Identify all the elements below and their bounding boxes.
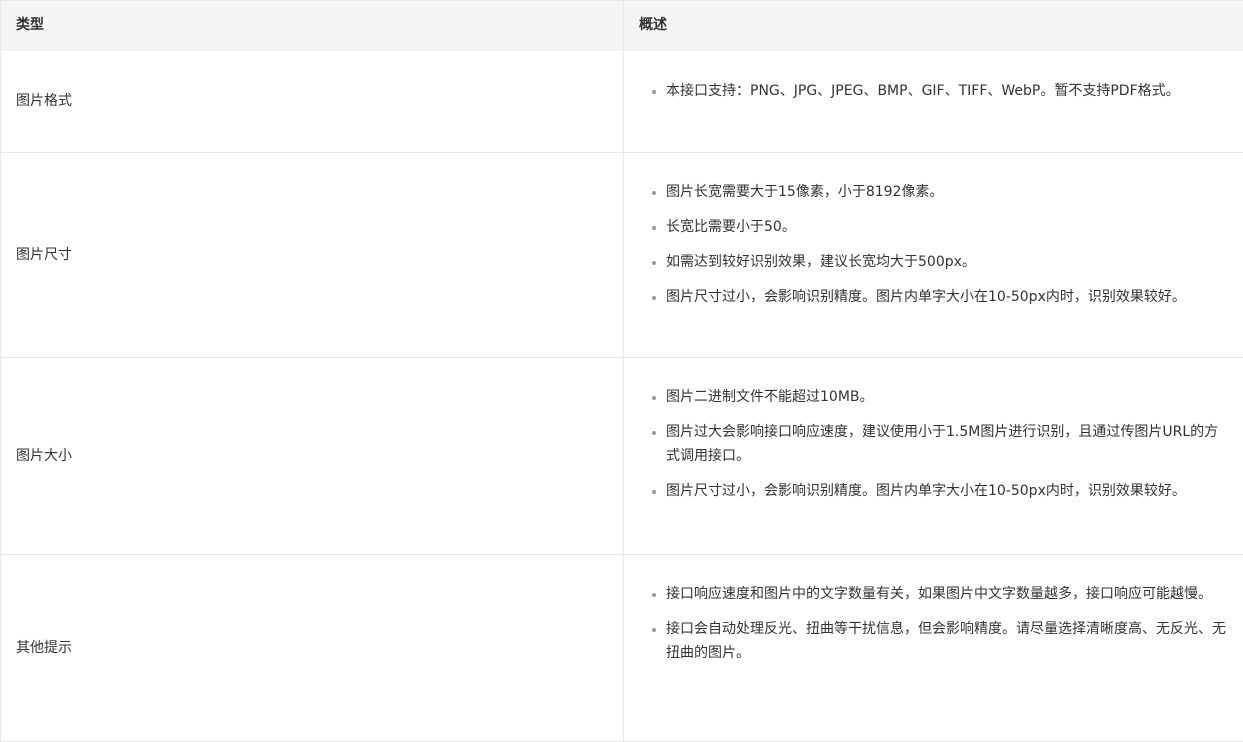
table-row: 其他提示 接口响应速度和图片中的文字数量有关，如果图片中文字数量越多，接口响应可…	[1, 555, 1243, 742]
list-item: 图片二进制文件不能超过10MB。	[666, 385, 1228, 409]
row-type-label: 图片大小	[1, 358, 624, 555]
row-description: 本接口支持：PNG、JPG、JPEG、BMP、GIF、TIFF、WebP。暂不支…	[624, 50, 1243, 153]
row-type-label: 图片尺寸	[1, 153, 624, 358]
list-item: 图片过大会影响接口响应速度，建议使用小于1.5M图片进行识别，且通过传图片URL…	[666, 420, 1228, 468]
row-description: 图片长宽需要大于15像素，小于8192像素。 长宽比需要小于50。 如需达到较好…	[624, 153, 1243, 358]
description-list: 图片长宽需要大于15像素，小于8192像素。 长宽比需要小于50。 如需达到较好…	[639, 180, 1228, 309]
list-item: 图片长宽需要大于15像素，小于8192像素。	[666, 180, 1228, 204]
image-requirements-table: 类型 概述 图片格式 本接口支持：PNG、JPG、JPEG、BMP、GIF、TI…	[0, 0, 1243, 742]
table-row: 图片格式 本接口支持：PNG、JPG、JPEG、BMP、GIF、TIFF、Web…	[1, 50, 1243, 153]
header-type: 类型	[1, 1, 624, 50]
list-item: 接口会自动处理反光、扭曲等干扰信息，但会影响精度。请尽量选择清晰度高、无反光、无…	[666, 617, 1228, 665]
table-row: 图片尺寸 图片长宽需要大于15像素，小于8192像素。 长宽比需要小于50。 如…	[1, 153, 1243, 358]
row-description: 图片二进制文件不能超过10MB。 图片过大会影响接口响应速度，建议使用小于1.5…	[624, 358, 1243, 555]
list-item: 本接口支持：PNG、JPG、JPEG、BMP、GIF、TIFF、WebP。暂不支…	[666, 79, 1228, 103]
description-list: 本接口支持：PNG、JPG、JPEG、BMP、GIF、TIFF、WebP。暂不支…	[639, 79, 1228, 103]
list-item: 长宽比需要小于50。	[666, 215, 1228, 239]
header-description: 概述	[624, 1, 1243, 50]
row-type-label: 其他提示	[1, 555, 624, 742]
list-item: 接口响应速度和图片中的文字数量有关，如果图片中文字数量越多，接口响应可能越慢。	[666, 582, 1228, 606]
table-row: 图片大小 图片二进制文件不能超过10MB。 图片过大会影响接口响应速度，建议使用…	[1, 358, 1243, 555]
list-item: 图片尺寸过小，会影响识别精度。图片内单字大小在10-50px内时，识别效果较好。	[666, 285, 1228, 309]
row-type-label: 图片格式	[1, 50, 624, 153]
list-item: 如需达到较好识别效果，建议长宽均大于500px。	[666, 250, 1228, 274]
list-item: 图片尺寸过小，会影响识别精度。图片内单字大小在10-50px内时，识别效果较好。	[666, 479, 1228, 503]
description-list: 接口响应速度和图片中的文字数量有关，如果图片中文字数量越多，接口响应可能越慢。 …	[639, 582, 1228, 665]
row-description: 接口响应速度和图片中的文字数量有关，如果图片中文字数量越多，接口响应可能越慢。 …	[624, 555, 1243, 742]
description-list: 图片二进制文件不能超过10MB。 图片过大会影响接口响应速度，建议使用小于1.5…	[639, 385, 1228, 503]
table-header-row: 类型 概述	[1, 1, 1243, 50]
